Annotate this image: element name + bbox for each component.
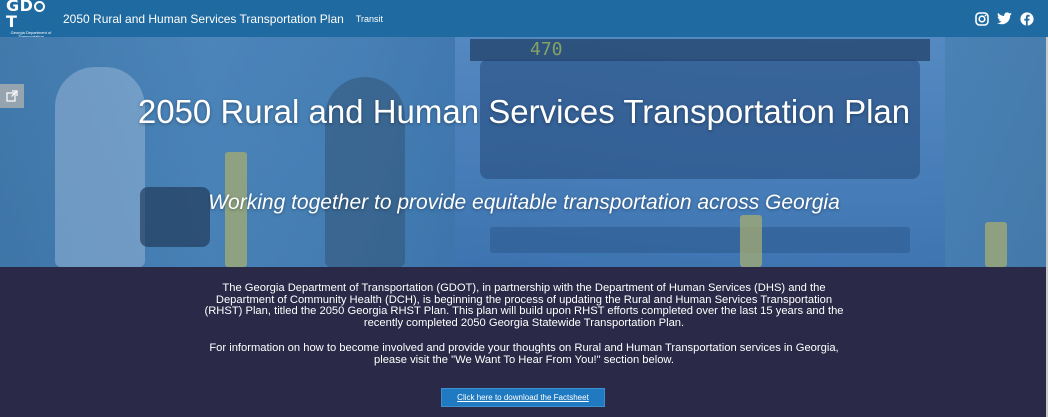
hero-subtitle: Working together to provide equitable tr… [208,191,840,214]
facebook-icon[interactable] [1020,11,1034,26]
twitter-icon[interactable] [997,12,1012,25]
logo-wordmark: GDT [6,0,56,30]
hero-color-overlay [0,37,1048,267]
hero-title: 2050 Rural and Human Services Transporta… [137,93,911,130]
intro-paragraph: The Georgia Department of Transportation… [204,282,844,329]
share-button[interactable] [0,84,24,108]
download-factsheet-button[interactable]: Click here to download the Factsheet [441,388,605,407]
external-link-icon [6,90,18,102]
hero-banner: 470 2050 Rural and Human Services Transp… [0,37,1048,267]
nav-link-transit[interactable]: Transit [356,14,383,24]
intro-section: The Georgia Department of Transportation… [0,267,1048,417]
gdot-logo[interactable]: GDT Georgia Department of Transportation [6,0,56,39]
social-links [975,11,1048,26]
instagram-icon[interactable] [975,11,989,26]
site-title[interactable]: 2050 Rural and Human Services Transporta… [63,12,344,26]
involvement-paragraph: For information on how to become involve… [209,342,839,366]
top-navigation-bar: GDT Georgia Department of Transportation… [0,0,1048,39]
